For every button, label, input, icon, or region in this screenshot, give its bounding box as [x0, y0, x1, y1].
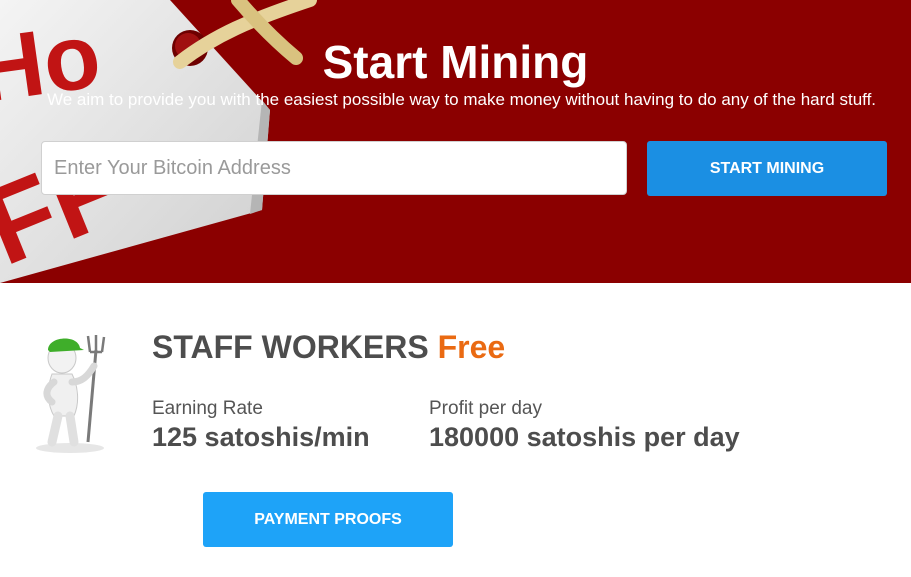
plan-title: STAFF WORKERS Free: [152, 327, 505, 367]
profit-per-day-value: 180000 satoshis per day: [429, 422, 740, 452]
hero-subtitle: We aim to provide you with the easiest p…: [46, 90, 877, 109]
earning-rate-label: Earning Rate: [152, 398, 263, 419]
bitcoin-address-input[interactable]: [41, 141, 627, 195]
profit-per-day-label: Profit per day: [429, 398, 542, 419]
hero-banner: Ho FF Start Mining We aim to provide you…: [0, 0, 911, 283]
stick-figure-farmer-with-pitchfork-icon: [36, 335, 106, 453]
start-mining-button[interactable]: START MINING: [647, 141, 887, 196]
plan-name: STAFF WORKERS: [152, 329, 429, 365]
earning-rate-value: 125 satoshis/min: [152, 422, 370, 452]
plan-badge: Free: [437, 329, 506, 365]
payment-proofs-button[interactable]: PAYMENT PROOFS: [203, 492, 453, 547]
page-title: Start Mining: [322, 36, 589, 88]
